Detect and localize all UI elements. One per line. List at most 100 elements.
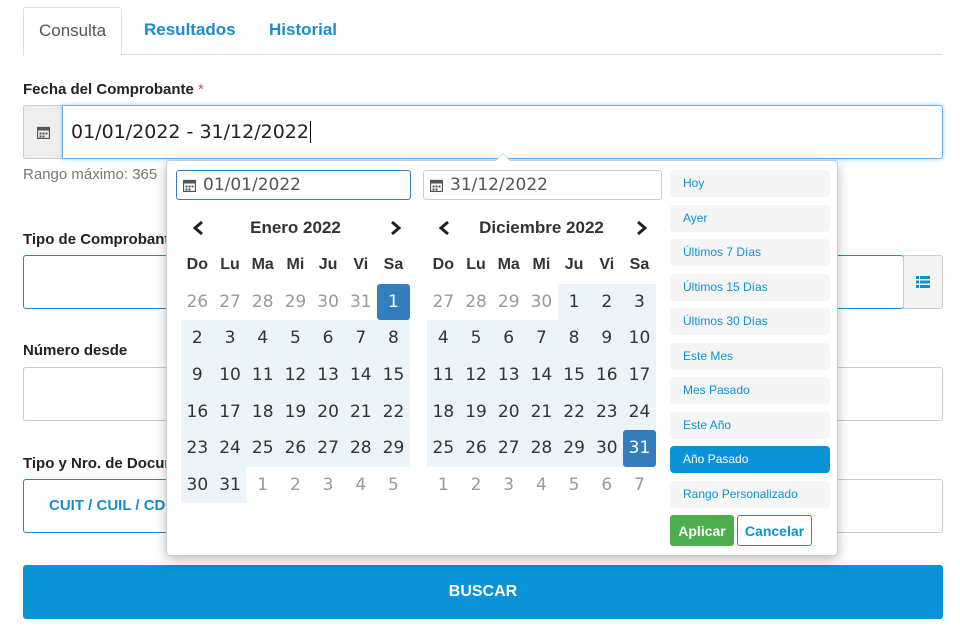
calendar-day[interactable]: 6 [590, 466, 624, 504]
range-option[interactable]: Este Año [670, 411, 830, 439]
next-month-button[interactable] [631, 217, 653, 239]
calendar-day[interactable]: 5 [557, 466, 591, 504]
tipo-doc-select[interactable]: CUIT / CUIL / CDI [23, 479, 183, 533]
calendar-day[interactable]: 1 [427, 466, 460, 504]
calendar-day[interactable]: 27 [311, 429, 345, 467]
calendar-day[interactable]: 5 [459, 320, 493, 357]
calendar-day[interactable]: 25 [246, 429, 280, 467]
tab-resultados[interactable]: Resultados [129, 7, 251, 55]
calendar-day[interactable]: 30 [590, 429, 624, 467]
range-option[interactable]: Últimos 30 Días [670, 308, 830, 335]
range-option[interactable]: Últimos 15 Días [670, 273, 830, 301]
calendar-day[interactable]: 1 [246, 466, 280, 504]
calendar-day[interactable]: 11 [427, 356, 460, 394]
calendar-day[interactable]: 28 [344, 429, 378, 467]
calendar-day[interactable]: 16 [181, 393, 214, 430]
calendar-day[interactable]: 7 [623, 466, 656, 504]
calendar-day[interactable]: 14 [344, 356, 378, 394]
calendar-day[interactable]: 12 [279, 356, 312, 394]
next-month-button[interactable] [385, 217, 407, 239]
calendar-day[interactable]: 8 [377, 320, 410, 357]
calendar-day[interactable]: 27 [427, 283, 460, 321]
range-option[interactable]: Este Mes [670, 342, 830, 370]
cancel-button[interactable]: Cancelar [737, 515, 812, 546]
calendar-day[interactable]: 24 [213, 429, 247, 467]
calendar-day[interactable]: 28 [459, 283, 493, 321]
calendar-day[interactable]: 10 [213, 356, 247, 394]
calendar-day[interactable]: 27 [213, 283, 247, 321]
calendar-day[interactable]: 29 [492, 283, 526, 321]
calendar-day[interactable]: 27 [492, 429, 526, 467]
calendar-day[interactable]: 30 [311, 283, 345, 321]
calendar-day[interactable]: 4 [344, 466, 378, 504]
apply-button[interactable]: Aplicar [670, 515, 734, 546]
calendar-day[interactable]: 20 [311, 393, 345, 430]
range-option[interactable]: Hoy [670, 170, 830, 197]
calendar-day[interactable]: 14 [525, 356, 558, 394]
calendar-day[interactable]: 4 [246, 320, 280, 357]
calendar-day[interactable]: 3 [623, 283, 656, 321]
calendar-day[interactable]: 31 [213, 466, 247, 504]
calendar-day[interactable]: 26 [279, 429, 312, 467]
calendar-day[interactable]: 19 [279, 393, 312, 430]
calendar-day[interactable]: 30 [525, 283, 558, 321]
calendar-day[interactable]: 7 [344, 320, 378, 357]
calendar-day-selected[interactable]: 1 [377, 283, 410, 321]
calendar-day[interactable]: 5 [377, 466, 410, 504]
calendar-addon[interactable] [23, 105, 63, 159]
calendar-day[interactable]: 6 [311, 320, 345, 357]
calendar-day[interactable]: 9 [181, 356, 214, 394]
calendar-day[interactable]: 2 [279, 466, 312, 504]
calendar-day[interactable]: 20 [492, 393, 526, 430]
calendar-day[interactable]: 29 [279, 283, 312, 321]
calendar-day[interactable]: 26 [459, 429, 493, 467]
calendar-day[interactable]: 9 [590, 320, 624, 357]
calendar-day[interactable]: 2 [590, 283, 624, 321]
calendar-day[interactable]: 7 [525, 320, 558, 357]
range-option[interactable]: Últimos 7 Días [670, 239, 830, 266]
calendar-day[interactable]: 3 [492, 466, 526, 504]
range-option[interactable]: Mes Pasado [670, 377, 830, 404]
calendar-day[interactable]: 18 [427, 393, 460, 430]
calendar-day[interactable]: 28 [525, 429, 558, 467]
calendar-day[interactable]: 8 [557, 320, 591, 357]
calendar-day[interactable]: 22 [377, 393, 410, 430]
calendar-day[interactable]: 22 [557, 393, 591, 430]
calendar-day[interactable]: 30 [181, 466, 214, 504]
calendar-day[interactable]: 23 [181, 429, 214, 467]
end-date-input[interactable]: 31/12/2022 [423, 170, 662, 200]
buscar-button[interactable]: BUSCAR [23, 565, 943, 619]
range-option[interactable]: Año Pasado [670, 446, 830, 473]
tab-consulta[interactable]: Consulta [23, 7, 123, 56]
calendar-day[interactable]: 29 [557, 429, 591, 467]
calendar-day[interactable]: 3 [213, 320, 247, 357]
calendar-day[interactable]: 4 [525, 466, 558, 504]
calendar-day[interactable]: 3 [311, 466, 345, 504]
calendar-day[interactable]: 2 [181, 320, 214, 357]
calendar-day[interactable]: 6 [492, 320, 526, 357]
calendar-day[interactable]: 23 [590, 393, 624, 430]
calendar-day[interactable]: 15 [557, 356, 591, 394]
calendar-day[interactable]: 2 [459, 466, 493, 504]
tipo-comprobante-list-button[interactable] [903, 255, 943, 309]
calendar-day[interactable]: 13 [311, 356, 345, 394]
calendar-day[interactable]: 12 [459, 356, 493, 394]
calendar-day[interactable]: 31 [344, 283, 378, 321]
calendar-day[interactable]: 18 [246, 393, 280, 430]
start-date-input[interactable]: 01/01/2022 [176, 170, 411, 200]
calendar-day[interactable]: 21 [344, 393, 378, 430]
calendar-day[interactable]: 29 [377, 429, 410, 467]
calendar-day[interactable]: 16 [590, 356, 624, 394]
calendar-day[interactable]: 15 [377, 356, 410, 394]
calendar-day[interactable]: 1 [557, 283, 591, 321]
calendar-day[interactable]: 19 [459, 393, 493, 430]
calendar-day[interactable]: 24 [623, 393, 656, 430]
calendar-day[interactable]: 17 [213, 393, 247, 430]
calendar-day[interactable]: 13 [492, 356, 526, 394]
calendar-day[interactable]: 10 [623, 320, 656, 357]
fecha-range-input[interactable]: 01/01/2022 - 31/12/2022 [62, 105, 943, 159]
calendar-day-selected[interactable]: 31 [623, 429, 656, 467]
calendar-day[interactable]: 11 [246, 356, 280, 394]
calendar-day[interactable]: 28 [246, 283, 280, 321]
calendar-day[interactable]: 4 [427, 320, 460, 357]
